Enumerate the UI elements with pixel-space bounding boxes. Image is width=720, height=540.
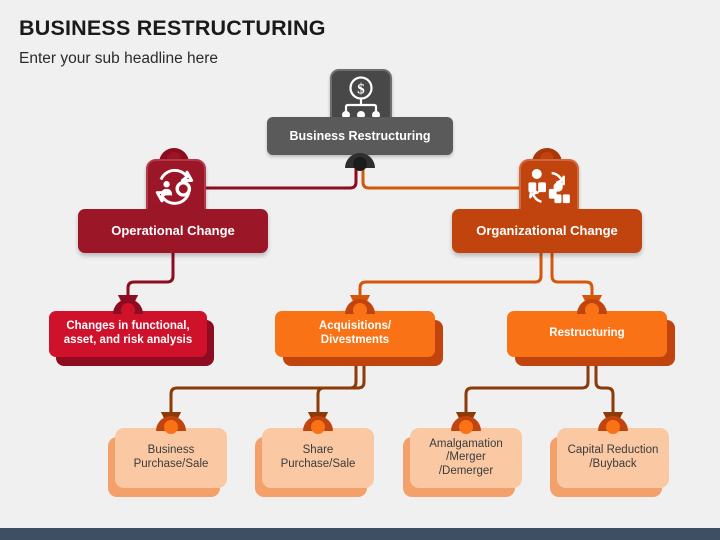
node-acquisitions-divestments[interactable]: Acquisitions/ Divestments — [275, 311, 435, 357]
node-capital-reduction-buyback[interactable]: Capital Reduction /Buyback — [557, 428, 669, 488]
node-business-restructuring[interactable]: Business Restructuring — [267, 117, 453, 155]
connector-dot — [353, 303, 367, 317]
node-label: Restructuring — [549, 327, 625, 340]
node-label-line1: Share — [302, 444, 334, 457]
connector-dot — [459, 420, 473, 434]
cycle-person-gear-icon — [155, 168, 194, 205]
node-label-line2: Divestments — [320, 334, 390, 346]
node-label: Share Purchase/Sale — [281, 444, 356, 471]
node-label: Business Restructuring — [289, 128, 431, 143]
wire-organizational-to-restructuring — [550, 253, 603, 316]
node-label: Organizational Change — [476, 223, 618, 239]
slide-canvas: BUSINESS RESTRUCTURING Enter your sub he… — [0, 0, 720, 540]
node-label-line2: /Merger — [446, 451, 486, 464]
node-changes-analysis[interactable]: Changes in functional, asset, and risk a… — [49, 311, 207, 357]
node-label-line1: Amalgamation — [429, 437, 503, 450]
node-label-line1: Capital Reduction — [567, 444, 659, 457]
node-label: Amalgamation /Merger /Demerger — [429, 438, 503, 479]
node-share-purchase-sale[interactable]: Share Purchase/Sale — [262, 428, 374, 488]
node-business-purchase-sale[interactable]: Business Purchase/Sale — [115, 428, 227, 488]
svg-text:$: $ — [357, 82, 365, 98]
connector-dot — [164, 420, 178, 434]
connector-dot — [585, 303, 599, 317]
node-label-line2: Purchase/Sale — [280, 458, 356, 470]
node-organizational-change[interactable]: Organizational Change — [452, 209, 642, 253]
node-label: Changes in functional, asset, and risk a… — [64, 320, 193, 347]
wire-operational-to-changes — [117, 253, 175, 316]
org-chart-rotate-icon — [528, 168, 570, 204]
wire-restructuring-to-capital-reduction — [594, 357, 624, 433]
node-label-line1: Changes in functional, — [66, 320, 190, 333]
node-operational-change[interactable]: Operational Change — [78, 209, 268, 253]
node-label-line2: Purchase/Sale — [133, 458, 209, 470]
node-label-line2: asset, and risk analysis — [63, 334, 193, 346]
node-amalgamation-merger-demerger[interactable]: Amalgamation /Merger /Demerger — [410, 428, 522, 488]
node-label: Operational Change — [111, 223, 235, 239]
connector-dot — [311, 420, 325, 434]
connector-dot — [121, 303, 135, 317]
node-label: Capital Reduction /Buyback — [568, 444, 659, 471]
wire-restructuring-to-amalgamation — [455, 357, 590, 433]
node-restructuring[interactable]: Restructuring — [507, 311, 667, 357]
node-label-line1: Business — [147, 444, 195, 457]
node-label-line2: /Buyback — [589, 458, 637, 470]
connector-dot — [353, 157, 367, 171]
wire-organizational-to-acquisitions — [349, 253, 543, 316]
connector-dot — [606, 420, 620, 434]
node-label-line1: Acquisitions/ — [318, 320, 392, 333]
node-label: Business Purchase/Sale — [134, 444, 209, 471]
footer-bar — [0, 528, 720, 540]
node-label: Acquisitions/ Divestments — [319, 320, 391, 347]
node-label-line3: /Demerger — [438, 464, 494, 477]
